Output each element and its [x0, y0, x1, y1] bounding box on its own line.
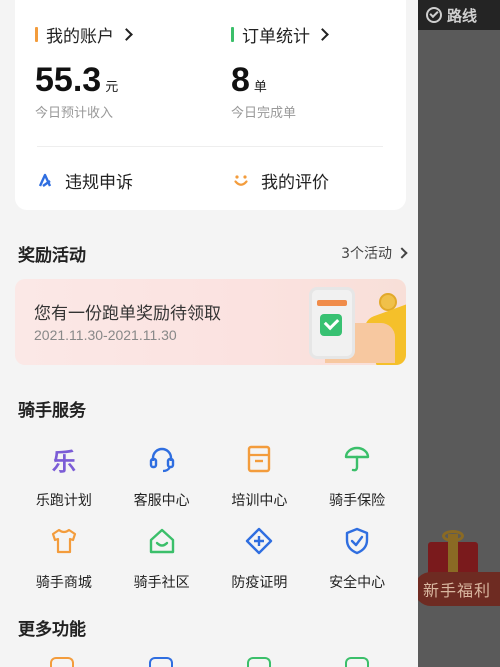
service-training-center[interactable]: 培训中心 — [211, 444, 309, 526]
service-label: 安全中心 — [329, 575, 386, 591]
service-safety-center[interactable]: 安全中心 — [308, 526, 406, 608]
home-icon — [147, 526, 177, 556]
more-features-title: 更多功能 — [18, 620, 86, 640]
account-caption: 今日预计收入 — [35, 106, 114, 121]
service-label: 骑手保险 — [329, 493, 386, 509]
service-customer-center[interactable]: 客服中心 — [113, 444, 211, 526]
rewards-more-link[interactable]: 3个活动 — [341, 243, 408, 263]
side-drawer: 我的账户 55.3 元 今日预计收入 订单统计 8 单 今日完成单 违规申诉 我… — [0, 0, 418, 667]
insurance-icon — [342, 444, 372, 474]
rider-services-grid: 乐 乐跑计划 客服中心 培训中心 骑手保险 骑手商城 骑手社区 防疫证明 安全中… — [15, 444, 406, 608]
service-rider-insurance[interactable]: 骑手保险 — [308, 444, 406, 526]
service-label: 骑手社区 — [133, 575, 190, 591]
service-rider-mall[interactable]: 骑手商城 — [15, 526, 113, 608]
rewards-count: 3个活动 — [341, 246, 392, 262]
gift-icon[interactable] — [424, 530, 482, 578]
rewards-section-title: 奖励活动 — [18, 246, 86, 266]
service-label: 骑手商城 — [35, 575, 92, 591]
account-value: 55.3 — [35, 61, 102, 99]
appeal-icon — [38, 173, 52, 187]
divider — [37, 146, 383, 147]
reward-banner[interactable]: 您有一份跑单奖励待领取 2021.11.30-2021.11.30 — [15, 279, 406, 365]
shirt-icon — [49, 526, 79, 556]
rider-services-title: 骑手服务 — [18, 401, 86, 421]
training-icon — [244, 444, 274, 474]
newbie-welfare-button[interactable]: 新手福利 — [414, 572, 500, 606]
orders-caption: 今日完成单 — [231, 106, 297, 121]
reward-banner-date: 2021.11.30-2021.11.30 — [34, 327, 177, 343]
more-feature-icon[interactable] — [247, 657, 271, 667]
chevron-right-icon — [396, 247, 408, 259]
service-lepao-plan[interactable]: 乐 乐跑计划 — [15, 444, 113, 526]
order-stats[interactable]: 订单统计 8 单 今日完成单 — [231, 22, 329, 121]
service-epidemic-certificate[interactable]: 防疫证明 — [211, 526, 309, 608]
orders-title: 订单统计 — [242, 27, 310, 47]
my-reviews-button[interactable]: 我的评价 — [233, 168, 329, 193]
lepao-icon: 乐 — [51, 447, 76, 476]
reward-banner-title: 您有一份跑单奖励待领取 — [34, 304, 221, 324]
service-rider-community[interactable]: 骑手社区 — [113, 526, 211, 608]
route-button[interactable]: 路线 — [418, 0, 500, 30]
orders-unit: 单 — [253, 80, 267, 95]
account-accent-bar — [35, 27, 38, 42]
chevron-right-icon — [316, 28, 329, 41]
service-label: 防疫证明 — [231, 575, 288, 591]
more-feature-icon[interactable] — [149, 657, 173, 667]
smile-icon — [234, 174, 248, 186]
route-icon — [426, 7, 442, 23]
service-label: 客服中心 — [133, 493, 190, 509]
violation-appeal-label: 违规申诉 — [65, 173, 133, 193]
more-feature-icon[interactable] — [345, 657, 369, 667]
account-title: 我的账户 — [46, 27, 114, 47]
phone-illustration — [309, 287, 355, 359]
my-reviews-label: 我的评价 — [261, 173, 329, 193]
medical-plus-icon — [244, 526, 274, 556]
more-feature-icon[interactable] — [50, 657, 74, 667]
route-label: 路线 — [447, 6, 478, 25]
violation-appeal-button[interactable]: 违规申诉 — [37, 168, 133, 193]
my-account[interactable]: 我的账户 55.3 元 今日预计收入 — [35, 22, 133, 121]
orders-value: 8 — [231, 61, 250, 99]
service-label: 培训中心 — [231, 493, 288, 509]
shield-check-icon — [342, 526, 372, 556]
account-unit: 元 — [105, 80, 119, 95]
chevron-right-icon — [120, 28, 133, 41]
headset-icon — [147, 444, 177, 474]
service-label: 乐跑计划 — [35, 493, 92, 509]
account-card: 我的账户 55.3 元 今日预计收入 订单统计 8 单 今日完成单 违规申诉 我… — [15, 0, 406, 210]
orders-accent-bar — [231, 27, 234, 42]
